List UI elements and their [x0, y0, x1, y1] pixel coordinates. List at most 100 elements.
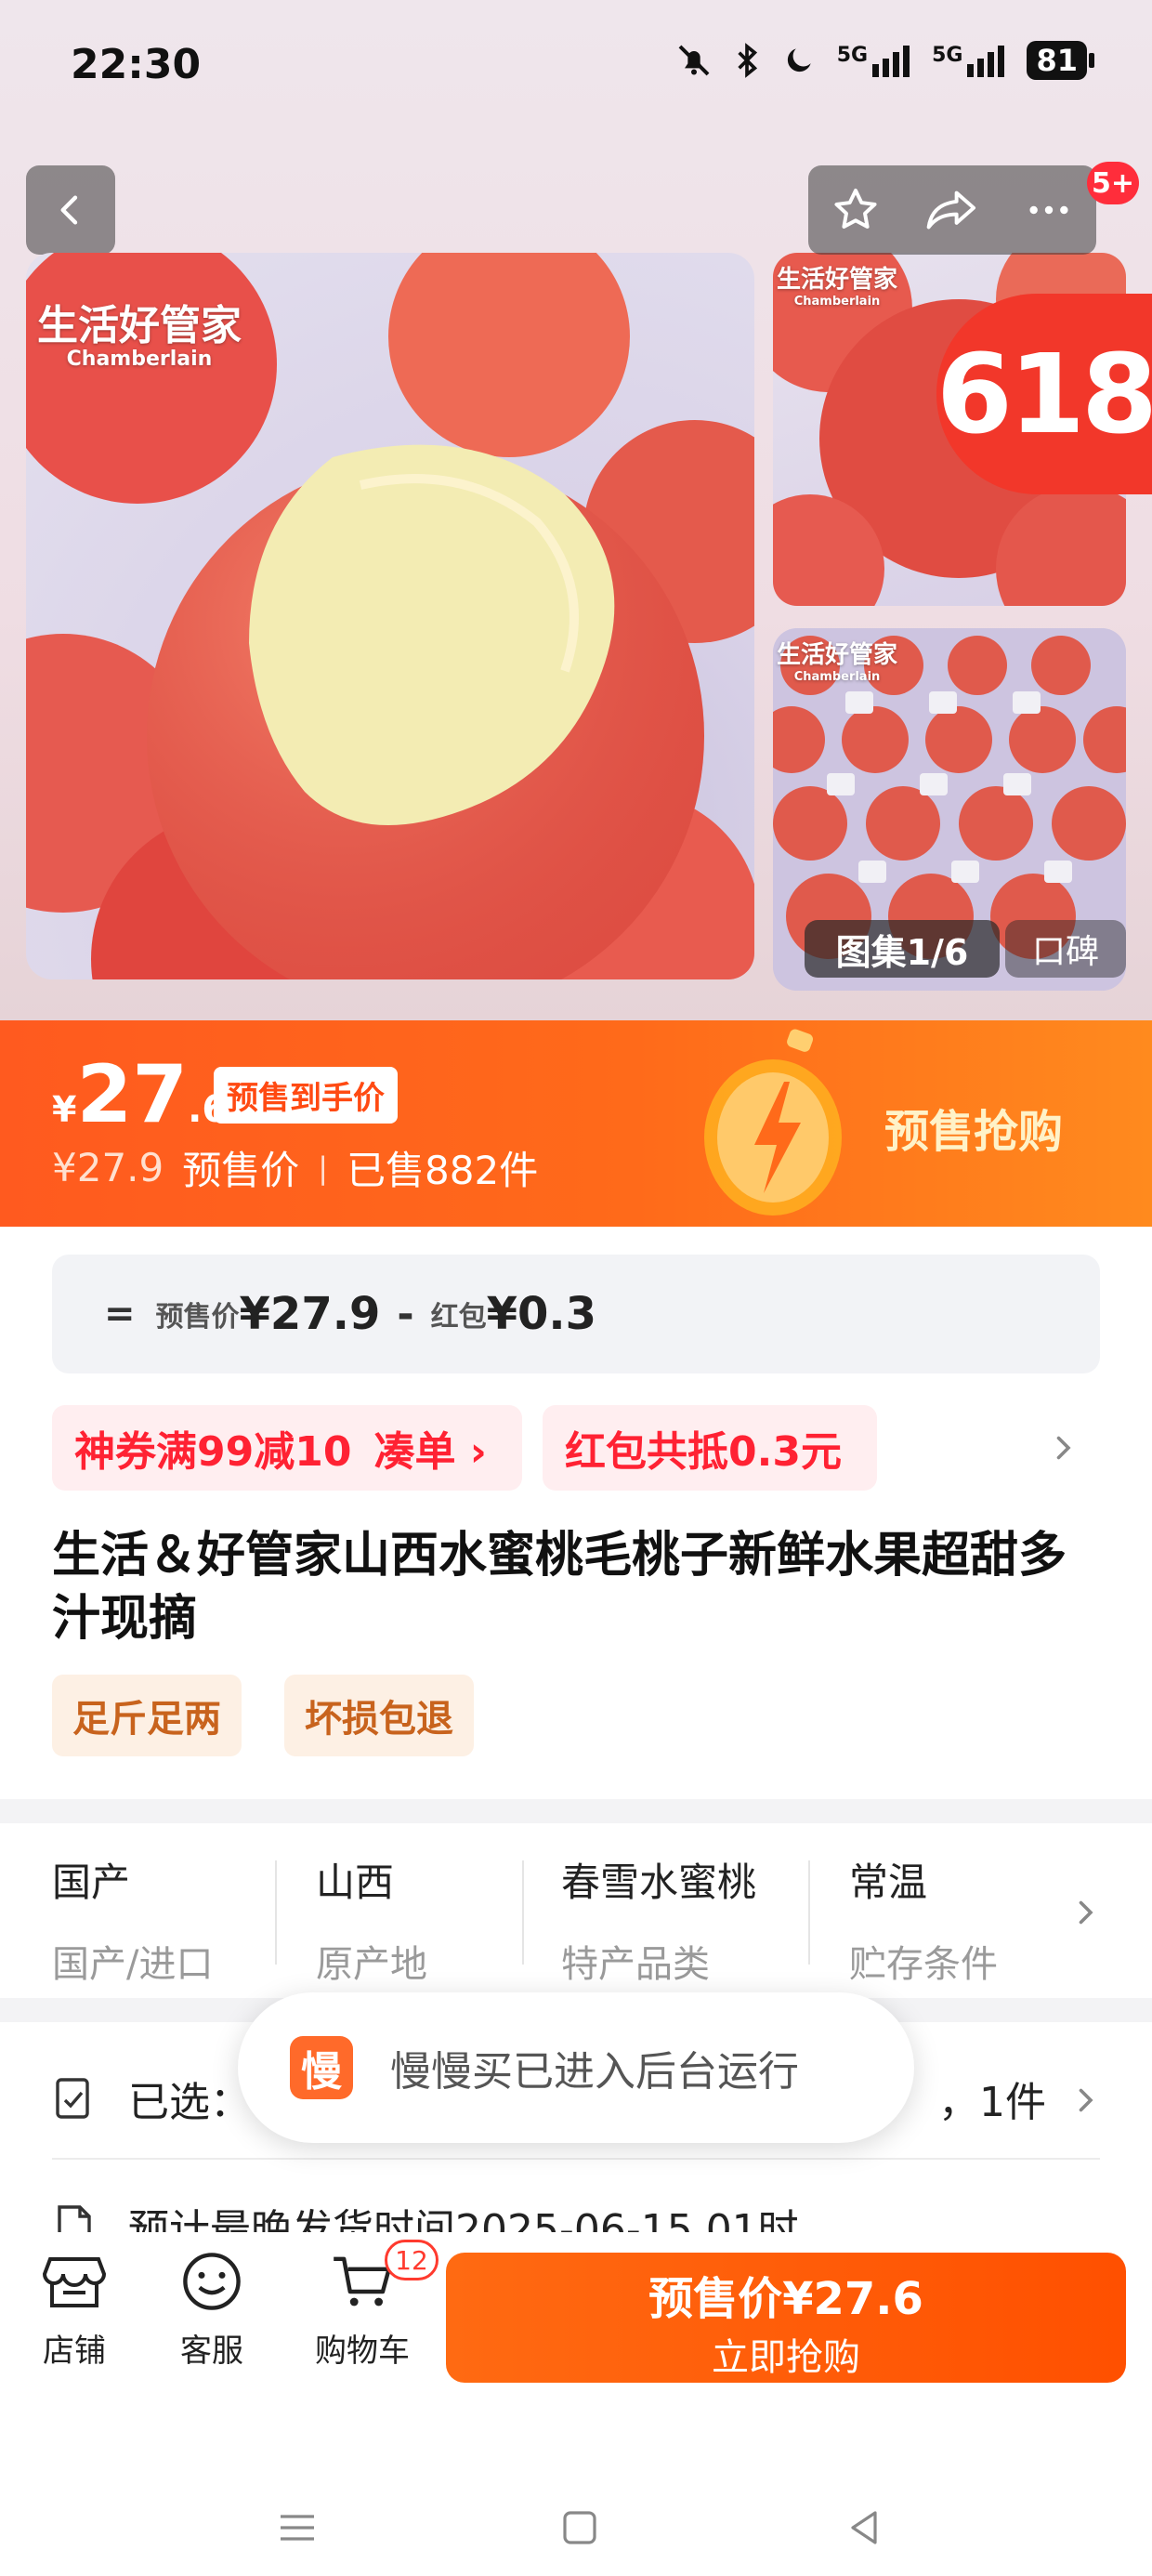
status-bar: 22:30 5G 5G 81	[0, 0, 1152, 139]
breakdown-presale-value: ¥27.9	[239, 1288, 381, 1340]
product-title: 生活＆好管家山西水蜜桃毛桃子新鲜水果超甜多汁现摘	[52, 1528, 1067, 1647]
koubei-label: 口碑	[1031, 933, 1099, 971]
coupon-action[interactable]: 凑单 ›	[373, 1418, 486, 1478]
cart-label: 购物车	[315, 2333, 410, 2370]
signal-5g-2: 5G	[932, 44, 1006, 77]
section-divider	[0, 1799, 1152, 1823]
price-subline: ¥27.9 预售价 | 已售882件	[52, 1139, 538, 1196]
signal-icon	[872, 46, 910, 77]
chevron-right-icon[interactable]	[1068, 1894, 1102, 1931]
attribute-value: 常温	[849, 1860, 928, 1905]
spec-icon	[56, 2078, 89, 2119]
mute-bell-icon	[678, 45, 710, 76]
share-icon[interactable]	[924, 184, 980, 236]
selected-quantity: ，1件	[938, 2079, 1046, 2126]
home-icon[interactable]	[557, 2505, 602, 2550]
presale-rush-button[interactable]: 预售抢购	[884, 1095, 1063, 1160]
price-breakdown: = 预售价 ¥27.9 - 红包 ¥0.3	[52, 1255, 1100, 1373]
breakdown-presale-label: 预售价	[155, 1301, 240, 1334]
brand-en: Chamberlain	[66, 348, 213, 371]
menu-icon[interactable]	[275, 2505, 320, 2550]
brand-logo: 生活好管家 Chamberlain	[777, 636, 897, 684]
presale-final-price: ¥27.6	[52, 1048, 228, 1141]
brand-cn: 生活好管家	[37, 302, 242, 349]
signal-5g-label: 5G	[836, 44, 869, 67]
signal-5g-label: 5G	[932, 44, 963, 67]
attribute-key: 贮存条件	[849, 1943, 998, 1986]
attribute-key: 国产/进口	[52, 1943, 214, 1986]
brand-logo: 生活好管家 Chamberlain	[777, 260, 897, 309]
cart-icon-wrap: 12	[329, 2240, 439, 2316]
cart-button[interactable]: 12 购物车	[297, 2240, 439, 2371]
presale-price-tag: 预售到手价	[214, 1067, 398, 1124]
moon-icon	[787, 48, 811, 72]
sold-count: 已售882件	[347, 1148, 539, 1193]
attribute-category: 春雪水蜜桃 特产品类	[561, 1851, 756, 1988]
manmanbuy-app-icon: 慢	[290, 2036, 353, 2099]
equals-sign: =	[104, 1293, 136, 1335]
coupon-text: 神券满99减10	[74, 1428, 352, 1476]
chevron-right-icon[interactable]	[1068, 2082, 1102, 2119]
store-icon	[42, 2257, 107, 2307]
bluetooth-icon	[738, 43, 757, 78]
battery-indicator: 81	[1027, 41, 1094, 80]
selected-label: 已选：	[128, 2079, 251, 2126]
cart-count-badge: 12	[385, 2240, 439, 2280]
chat-smile-icon	[183, 2253, 241, 2310]
star-icon[interactable]	[830, 184, 882, 236]
background-running-toast: 慢 慢慢买已进入后台运行	[238, 1992, 914, 2143]
brand-logo: 生活好管家 Chamberlain	[37, 292, 242, 371]
original-price: ¥27.9	[52, 1145, 164, 1190]
product-detail-page: 22:30 5G 5G 81 生活好管家 Chamberlain 生活好管家 C…	[0, 0, 1152, 2576]
divider: |	[318, 1150, 329, 1186]
more-icon[interactable]	[1023, 184, 1075, 236]
divider	[808, 1860, 810, 1965]
stopwatch-icon	[704, 1029, 842, 1216]
redpack-text: 红包共抵0.3元	[565, 1428, 842, 1476]
brand-cn: 生活好管家	[777, 266, 898, 294]
divider	[275, 1860, 277, 1965]
koubei-tab[interactable]: 口碑	[1005, 920, 1126, 978]
attribute-origin-place: 山西 原产地	[316, 1851, 427, 1988]
system-navigation-bar	[0, 2409, 1152, 2576]
attribute-origin-type: 国产 国产/进口	[52, 1851, 213, 1988]
toast-message: 慢慢买已进入后台运行	[390, 2048, 799, 2096]
breakdown-redpack-value: ¥0.3	[486, 1288, 597, 1340]
promo-618-tag[interactable]: 618	[936, 294, 1152, 494]
presale-label: 预售价	[182, 1148, 300, 1193]
status-time: 22:30	[71, 41, 202, 88]
back-triangle-icon[interactable]	[842, 2505, 886, 2550]
price-integer: 27	[76, 1048, 189, 1141]
brand-en: Chamberlain	[793, 295, 881, 309]
product-attributes[interactable]: 国产 国产/进口 山西 原产地 春雪水蜜桃 特产品类 常温 贮存条件	[0, 1823, 1152, 1998]
status-icons: 5G 5G 81	[675, 41, 1094, 80]
brand-cn: 生活好管家	[777, 641, 898, 669]
service-label: 客服	[180, 2333, 243, 2370]
buy-now-button[interactable]: 预售价¥27.6 立即抢购	[446, 2253, 1126, 2383]
attribute-value: 春雪水蜜桃	[561, 1860, 757, 1905]
redpack-chip[interactable]: 红包共抵0.3元	[543, 1405, 877, 1491]
chevron-right-icon[interactable]	[1046, 1429, 1080, 1466]
buy-price: 预售价¥27.6	[648, 2273, 923, 2325]
signal-5g-1: 5G	[837, 44, 911, 77]
attribute-storage: 常温 贮存条件	[849, 1851, 998, 1988]
feature-tag: 坏损包退	[284, 1675, 474, 1756]
attribute-value: 山西	[316, 1860, 395, 1905]
attribute-key: 特产品类	[561, 1943, 710, 1986]
divider	[522, 1860, 524, 1965]
signal-icon	[967, 46, 1005, 77]
main-product-image[interactable]: 生活好管家 Chamberlain	[26, 253, 754, 979]
minus-sign: -	[397, 1290, 414, 1338]
breakdown-redpack-label: 红包	[430, 1301, 487, 1334]
price-currency: ¥	[52, 1089, 77, 1130]
attribute-key: 原产地	[316, 1943, 427, 1986]
store-label: 店铺	[43, 2333, 106, 2370]
customer-service-button[interactable]: 客服	[156, 2251, 268, 2371]
coupon-chip[interactable]: 神券满99减10 凑单 ›	[52, 1405, 522, 1491]
brand-en: Chamberlain	[793, 670, 881, 684]
back-button[interactable]	[26, 165, 115, 255]
product-gallery: 22:30 5G 5G 81 生活好管家 Chamberlain 生活好管家 C…	[0, 0, 1152, 1022]
top-action-bar	[808, 165, 1096, 255]
gallery-counter[interactable]: 图集1/6	[805, 920, 1000, 978]
store-button[interactable]: 店铺	[19, 2251, 130, 2371]
